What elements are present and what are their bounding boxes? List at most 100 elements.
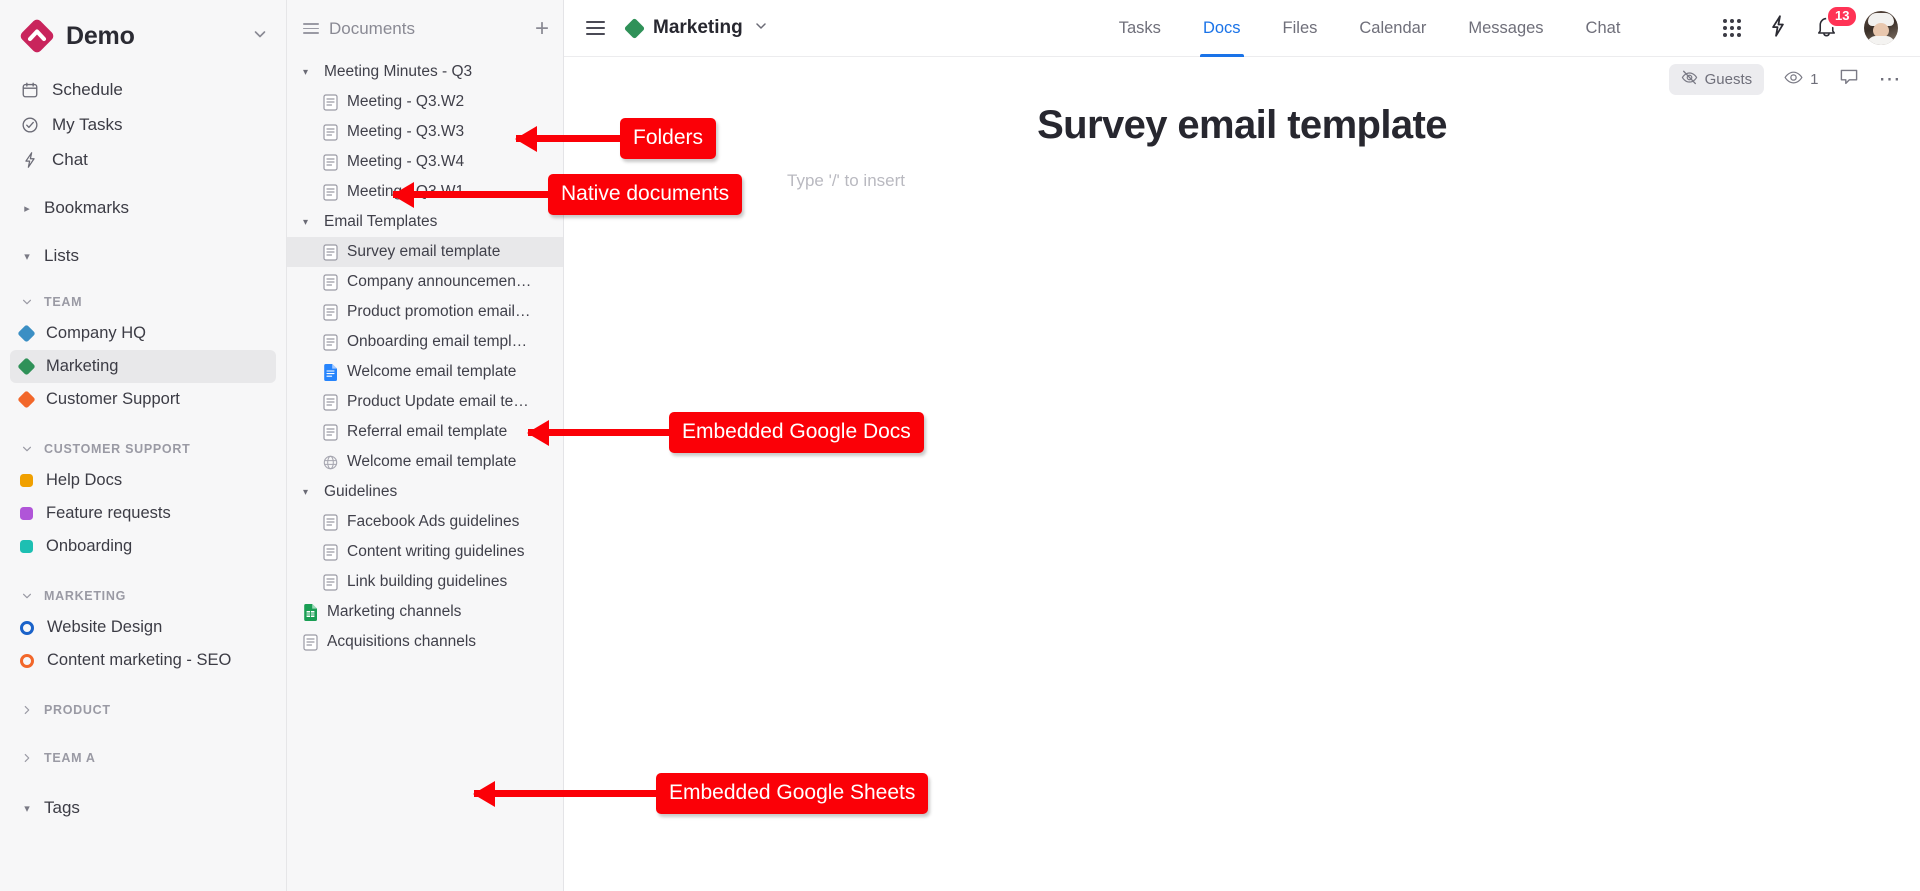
sidebar-section-product[interactable]: PRODUCT: [10, 695, 276, 725]
comment-icon[interactable]: [1839, 67, 1859, 92]
tree-doc-onboarding-email-template[interactable]: Onboarding email template: [287, 327, 563, 357]
chevron-down-icon: [754, 19, 768, 37]
space-label: Company HQ: [46, 324, 146, 342]
google-docs-icon: [323, 363, 338, 381]
documents-tree: ▾ Meeting Minutes - Q3 Meeting - Q3.W2 M…: [287, 57, 563, 657]
left-sidebar: Demo Schedule My Tasks Chat ▸ Bookmarks …: [0, 0, 287, 891]
doc-label: Facebook Ads guidelines: [347, 513, 520, 530]
hamburger-icon[interactable]: [586, 21, 605, 35]
section-label: TEAM: [44, 295, 83, 309]
sidebar-group-tags[interactable]: ▾ Tags: [10, 791, 276, 825]
tab-label: Docs: [1202, 18, 1241, 37]
chevron-down-icon: ▾: [303, 66, 309, 78]
doc-label: Meeting - Q3.W2: [347, 93, 465, 110]
tree-doc-meeting-q3w3[interactable]: Meeting - Q3.W3: [287, 117, 563, 147]
sidebar-item-website-design[interactable]: Website Design: [10, 611, 276, 644]
sidebar-section-customer-support[interactable]: CUSTOMER SUPPORT: [10, 434, 276, 464]
doc-label: Link building guidelines: [347, 573, 508, 590]
space-label: Content marketing - SEO: [47, 651, 232, 669]
viewers-indicator[interactable]: 1: [1784, 69, 1819, 90]
sidebar-group-lists[interactable]: ▾ Lists: [10, 239, 276, 273]
sidebar-item-customer-support[interactable]: Customer Support: [10, 383, 276, 416]
sidebar-section-team[interactable]: TEAM: [10, 287, 276, 317]
tab-files[interactable]: Files: [1262, 0, 1339, 57]
sidebar-group-bookmarks[interactable]: ▸ Bookmarks: [10, 191, 276, 225]
tree-doc-welcome-email-template-web[interactable]: Welcome email template: [287, 447, 563, 477]
user-avatar[interactable]: [1864, 11, 1898, 45]
native-doc-icon: [323, 93, 338, 111]
tab-chat[interactable]: Chat: [1565, 0, 1642, 57]
tree-doc-marketing-channels[interactable]: Marketing channels: [287, 597, 563, 627]
tree-doc-survey-email-template[interactable]: Survey email template: [287, 237, 563, 267]
sidebar-section-team-a[interactable]: TEAM A: [10, 743, 276, 773]
list-square-icon: [20, 540, 33, 553]
space-label: Website Design: [47, 618, 163, 636]
sidebar-section-marketing[interactable]: MARKETING: [10, 581, 276, 611]
tab-tasks[interactable]: Tasks: [1098, 0, 1182, 57]
tree-doc-product-promotion-email-template[interactable]: Product promotion email temp...: [287, 297, 563, 327]
space-label: Help Docs: [46, 471, 123, 489]
sidebar-group-label: Tags: [44, 798, 80, 817]
tab-messages[interactable]: Messages: [1447, 0, 1564, 57]
tab-label: Files: [1282, 18, 1318, 37]
tree-folder-meeting-minutes-q3[interactable]: ▾ Meeting Minutes - Q3: [287, 57, 563, 87]
guests-button[interactable]: Guests: [1668, 63, 1765, 95]
doc-label: Meeting - Q3.W3: [347, 123, 465, 140]
tree-doc-meeting-q3w1[interactable]: Meeting - Q3.W1: [287, 177, 563, 207]
tree-doc-link-building-guidelines[interactable]: Link building guidelines: [287, 567, 563, 597]
workspace-switcher[interactable]: Demo: [0, 0, 286, 72]
tree-doc-acquisitions-channels[interactable]: Acquisitions channels: [287, 627, 563, 657]
sidebar-item-schedule[interactable]: Schedule: [10, 72, 276, 107]
sidebar-item-feature-requests[interactable]: Feature requests: [10, 497, 276, 530]
tree-doc-product-update-email-template[interactable]: Product Update email template: [287, 387, 563, 417]
add-document-button[interactable]: +: [535, 16, 549, 41]
sidebar-item-company-hq[interactable]: Company HQ: [10, 317, 276, 350]
chevron-down-icon[interactable]: [252, 26, 268, 46]
sidebar-item-marketing[interactable]: Marketing: [10, 350, 276, 383]
chevron-down-icon: [20, 443, 34, 455]
sidebar-item-content-marketing-seo[interactable]: Content marketing - SEO: [10, 644, 276, 677]
doc-label: Company announcement email...: [347, 273, 532, 290]
tree-doc-content-writing-guidelines[interactable]: Content writing guidelines: [287, 537, 563, 567]
lightning-icon: [20, 150, 40, 170]
sidebar-item-my-tasks[interactable]: My Tasks: [10, 107, 276, 142]
ellipsis-icon[interactable]: ⋯: [1879, 68, 1903, 90]
tree-doc-welcome-email-template-gdocs[interactable]: Welcome email template: [287, 357, 563, 387]
native-doc-icon: [323, 423, 338, 441]
tree-doc-meeting-q3w4[interactable]: Meeting - Q3.W4: [287, 147, 563, 177]
tab-label: Calendar: [1359, 18, 1427, 37]
page-title[interactable]: Survey email template: [564, 103, 1920, 148]
tree-doc-meeting-q3w2[interactable]: Meeting - Q3.W2: [287, 87, 563, 117]
notification-count-badge: 13: [1826, 4, 1859, 28]
doc-label: Product Update email template: [347, 393, 532, 410]
native-doc-icon: [323, 333, 338, 351]
tree-doc-company-announcement-email[interactable]: Company announcement email...: [287, 267, 563, 297]
tree-doc-referral-email-template[interactable]: Referral email template: [287, 417, 563, 447]
sidebar-item-chat[interactable]: Chat: [10, 142, 276, 177]
space-name: Marketing: [653, 17, 743, 38]
tree-doc-facebook-ads-guidelines[interactable]: Facebook Ads guidelines: [287, 507, 563, 537]
space-diamond-icon: [17, 324, 36, 343]
sidebar-group-label: Bookmarks: [44, 198, 130, 217]
tree-folder-guidelines[interactable]: ▾ Guidelines: [287, 477, 563, 507]
hamburger-icon[interactable]: [303, 23, 319, 34]
tab-calendar[interactable]: Calendar: [1338, 0, 1447, 57]
native-doc-icon: [303, 633, 318, 651]
notifications-button[interactable]: 13: [1815, 4, 1859, 43]
space-selector[interactable]: Marketing: [623, 17, 768, 39]
workspace-name: Demo: [66, 21, 135, 50]
tree-folder-email-templates[interactable]: ▾ Email Templates: [287, 207, 563, 237]
lightning-icon[interactable]: [1767, 14, 1789, 42]
document-editor-placeholder[interactable]: Type '/' to insert: [564, 171, 1920, 191]
native-doc-icon: [323, 273, 338, 291]
sidebar-item-onboarding[interactable]: Onboarding: [10, 530, 276, 563]
sidebar-item-help-docs[interactable]: Help Docs: [10, 464, 276, 497]
grid-apps-icon[interactable]: [1723, 19, 1741, 37]
tab-docs[interactable]: Docs: [1182, 0, 1262, 57]
section-label: MARKETING: [44, 589, 126, 603]
sidebar-item-label: Chat: [52, 149, 88, 169]
doc-label: Marketing channels: [327, 603, 462, 620]
